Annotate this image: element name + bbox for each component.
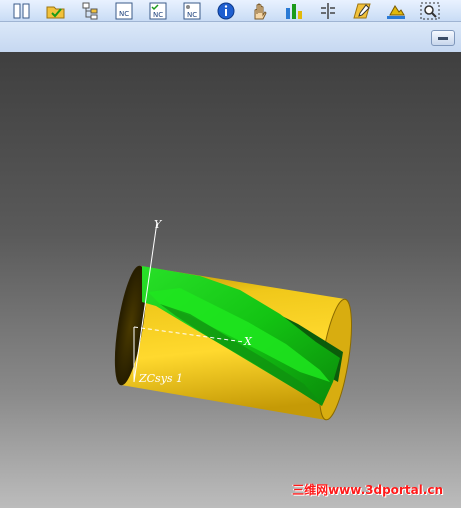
graphics-viewport[interactable]: Y X ZCsys 1 bbox=[0, 52, 461, 508]
nc-program-icon: NC bbox=[115, 2, 133, 19]
operation-tree-button[interactable] bbox=[78, 1, 102, 21]
minimize-button[interactable] bbox=[431, 30, 455, 46]
blank-stock-button[interactable] bbox=[384, 1, 408, 21]
hand-tool-icon bbox=[254, 2, 267, 19]
nc-program-button[interactable]: NC bbox=[112, 1, 136, 21]
edit-note-button[interactable] bbox=[350, 1, 374, 21]
zoom-fit-icon bbox=[420, 2, 440, 19]
minimize-icon bbox=[438, 36, 448, 40]
blank-stock-icon bbox=[387, 4, 405, 19]
open-folder-check-button[interactable] bbox=[44, 1, 68, 21]
nc-program-settings-button[interactable]: NC bbox=[180, 1, 204, 21]
csys-label: ZCsys 1 bbox=[138, 372, 183, 385]
watermark-text: 三维网www.3dportal.cn bbox=[292, 483, 443, 497]
split-window-button[interactable] bbox=[10, 1, 34, 21]
svg-text:NC: NC bbox=[187, 11, 197, 19]
operation-tree-icon bbox=[82, 2, 98, 19]
nc-program-check-icon: NC bbox=[149, 2, 167, 19]
section-icon bbox=[321, 2, 335, 19]
bar-analysis-button[interactable] bbox=[282, 1, 306, 21]
svg-text:NC: NC bbox=[119, 10, 129, 18]
nc-program-settings-icon: NC bbox=[183, 2, 201, 19]
split-window-icon bbox=[13, 3, 30, 18]
scene-3d: Y X ZCsys 1 bbox=[114, 218, 352, 421]
open-folder-check-icon bbox=[46, 6, 65, 18]
y-axis-label: Y bbox=[154, 218, 163, 231]
info-icon bbox=[217, 2, 235, 19]
zoom-fit-button[interactable] bbox=[418, 1, 442, 21]
nc-program-check-button[interactable]: NC bbox=[146, 1, 170, 21]
main-toolbar: NC NC NC bbox=[0, 0, 461, 22]
section-button[interactable] bbox=[316, 1, 340, 21]
bar-analysis-icon bbox=[286, 3, 302, 19]
svg-text:NC: NC bbox=[153, 11, 163, 19]
x-axis-label: X bbox=[243, 335, 253, 348]
viewport-header bbox=[0, 22, 461, 53]
hand-tool-button[interactable] bbox=[248, 1, 272, 21]
edit-note-icon bbox=[353, 3, 371, 18]
info-button[interactable] bbox=[214, 1, 238, 21]
